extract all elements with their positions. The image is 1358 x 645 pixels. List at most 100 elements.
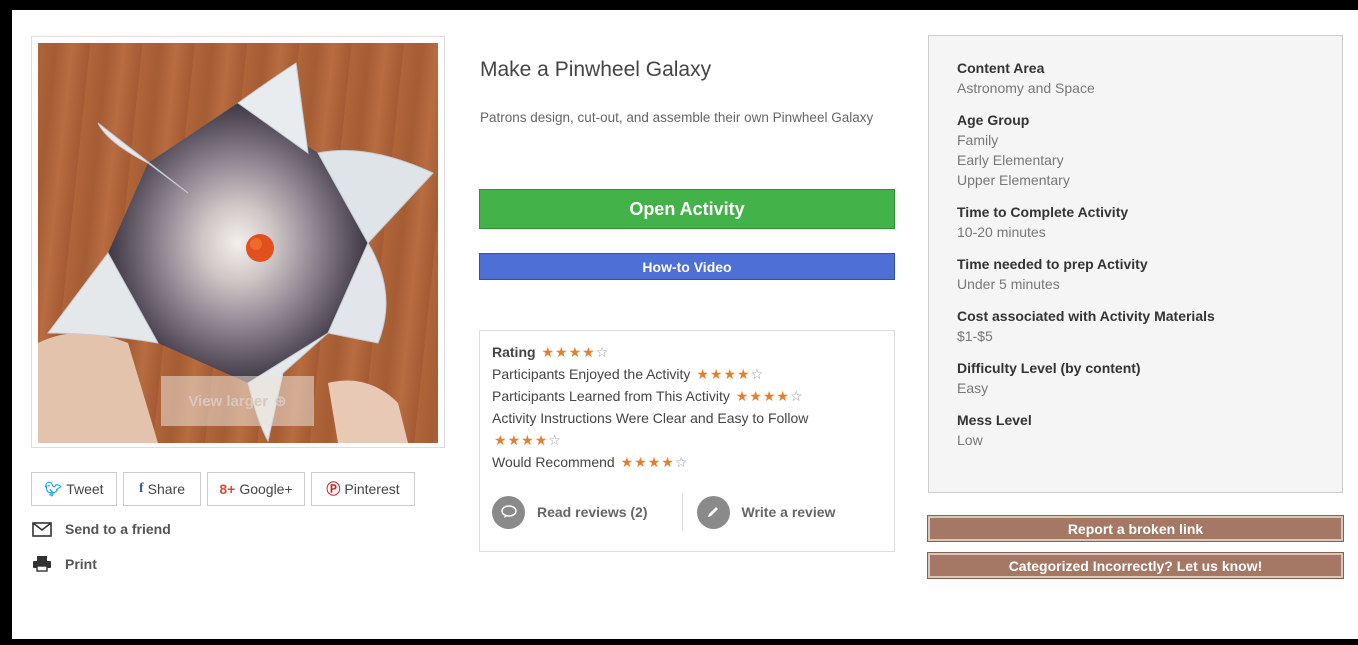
rating-criterion: Activity Instructions Were Clear and Eas… (492, 407, 842, 451)
activity-details-panel: Content Area Astronomy and Space Age Gro… (928, 35, 1343, 493)
info-time-complete: Time to Complete Activity 10-20 minutes (957, 202, 1314, 242)
view-larger-label: View larger (188, 392, 269, 410)
info-label: Content Area (957, 60, 1045, 76)
star-filled-icon: ★ (494, 432, 508, 448)
info-value: Upper Elementary (957, 172, 1070, 188)
info-label: Age Group (957, 112, 1030, 128)
info-value: 10-20 minutes (957, 224, 1046, 240)
write-review-label: Write a review (741, 504, 836, 520)
info-value: Astronomy and Space (957, 80, 1095, 96)
criterion-label: Participants Learned from This Activity (492, 388, 730, 404)
divider (681, 494, 683, 530)
star-rating-icon: ★★★★☆ (494, 432, 562, 448)
info-time-prep: Time needed to prep Activity Under 5 min… (957, 254, 1314, 294)
criterion-label: Activity Instructions Were Clear and Eas… (492, 410, 809, 426)
report-broken-link-button[interactable]: Report a broken link (927, 515, 1344, 542)
star-filled-icon: ★ (647, 454, 662, 470)
info-value: Easy (957, 380, 989, 396)
star-empty-icon: ☆ (750, 366, 765, 382)
star-filled-icon: ★ (582, 344, 596, 360)
star-filled-icon: ★ (709, 366, 724, 382)
criterion-label: Would Recommend (492, 454, 615, 470)
activity-description: Patrons design, cut-out, and assemble th… (480, 110, 874, 125)
pinterest-icon: Ⓟ (326, 481, 341, 497)
open-activity-label: Open Activity (629, 198, 745, 219)
star-filled-icon: ★ (762, 388, 777, 404)
send-to-friend-link[interactable]: Send to a friend (31, 521, 171, 537)
info-value: Under 5 minutes (957, 276, 1060, 292)
envelope-icon (31, 521, 53, 537)
read-reviews-link[interactable]: Read reviews (2) (492, 495, 648, 529)
send-to-friend-label: Send to a friend (65, 521, 171, 537)
categorized-incorrectly-button[interactable]: Categorized Incorrectly? Let us know! (927, 552, 1344, 579)
info-value: $1-$5 (957, 328, 993, 344)
howto-video-label: How-to Video (642, 258, 732, 275)
categorized-incorrectly-label: Categorized Incorrectly? Let us know! (1008, 557, 1263, 574)
info-label: Time needed to prep Activity (957, 256, 1148, 272)
star-rating-icon: ★★★★☆ (621, 454, 689, 470)
tweet-button[interactable]: 🐦︎ Tweet (31, 472, 117, 506)
info-cost: Cost associated with Activity Materials … (957, 306, 1314, 346)
star-filled-icon: ★ (620, 454, 635, 470)
star-filled-icon: ★ (735, 388, 750, 404)
star-empty-icon: ☆ (674, 454, 689, 470)
star-empty-icon: ☆ (789, 388, 804, 404)
print-label: Print (65, 555, 97, 572)
rating-criterion: Would Recommend ★★★★☆ (492, 451, 882, 473)
magnifier-plus-icon: ⊕ (274, 393, 287, 410)
star-filled-icon: ★ (507, 432, 522, 448)
rating-criterion: Participants Learned from This Activity … (492, 385, 882, 407)
star-filled-icon: ★ (568, 344, 583, 360)
overall-rating: Rating ★★★★☆ (492, 341, 882, 363)
print-link[interactable]: Print (31, 555, 97, 572)
read-reviews-label: Read reviews (2) (537, 504, 648, 520)
star-filled-icon: ★ (634, 454, 648, 470)
google-plus-icon: 8+ (219, 481, 236, 497)
star-empty-icon: ☆ (548, 432, 562, 448)
star-rating-icon: ★★★★☆ (696, 366, 764, 382)
star-filled-icon: ★ (776, 388, 790, 404)
view-larger-button[interactable]: View larger ⊕ (161, 376, 314, 426)
report-broken-link-label: Report a broken link (1067, 520, 1204, 537)
info-label: Mess Level (957, 412, 1032, 428)
info-label: Difficulty Level (by content) (957, 360, 1141, 376)
open-activity-button[interactable]: Open Activity (479, 189, 895, 229)
activity-photo[interactable]: View larger ⊕ (38, 43, 438, 443)
pencil-icon (696, 495, 730, 529)
star-filled-icon: ★ (555, 344, 569, 360)
info-age-group: Age Group Family Early Elementary Upper … (957, 110, 1314, 190)
info-value: Early Elementary (957, 152, 1064, 168)
facebook-share-button[interactable]: f Share (123, 472, 201, 506)
write-review-link[interactable]: Write a review (696, 495, 836, 529)
share-buttons: 🐦︎ Tweet f Share 8+ Google+ Ⓟ Pinterest (31, 472, 415, 506)
info-label: Time to Complete Activity (957, 204, 1129, 220)
tweet-label: Tweet (66, 481, 104, 497)
facebook-f-icon: f (138, 481, 144, 496)
info-value: Family (957, 132, 999, 148)
star-filled-icon: ★ (534, 432, 549, 448)
criterion-label: Participants Enjoyed the Activity (492, 366, 691, 382)
star-empty-icon: ☆ (595, 344, 610, 360)
info-mess-level: Mess Level Low (957, 410, 1314, 450)
star-filled-icon: ★ (737, 366, 751, 382)
star-rating-icon: ★★★★☆ (736, 388, 804, 404)
activity-photo-frame: View larger ⊕ (31, 36, 445, 448)
howto-video-button[interactable]: How-to Video (479, 253, 895, 280)
info-difficulty: Difficulty Level (by content) Easy (957, 358, 1314, 398)
share-label: Share (147, 481, 186, 497)
star-filled-icon: ★ (661, 454, 675, 470)
speech-bubble-icon (492, 495, 525, 529)
info-value: Low (957, 432, 983, 448)
twitter-bird-icon: 🐦︎ (44, 480, 63, 497)
star-filled-icon: ★ (723, 366, 738, 382)
star-filled-icon: ★ (696, 366, 710, 382)
google-plus-button[interactable]: 8+ Google+ (207, 472, 305, 506)
rating-criterion: Participants Enjoyed the Activity ★★★★☆ (492, 363, 882, 385)
pinterest-label: Pinterest (344, 481, 400, 497)
rating-panel: Rating ★★★★☆ Participants Enjoyed the Ac… (479, 330, 895, 552)
pinterest-button[interactable]: Ⓟ Pinterest (311, 472, 415, 506)
printer-icon (31, 555, 53, 572)
rating-label: Rating (492, 344, 536, 360)
info-content-area: Content Area Astronomy and Space (957, 58, 1314, 98)
activity-page: View larger ⊕ 🐦︎ Tweet f Share 8+ Google… (12, 10, 1358, 639)
